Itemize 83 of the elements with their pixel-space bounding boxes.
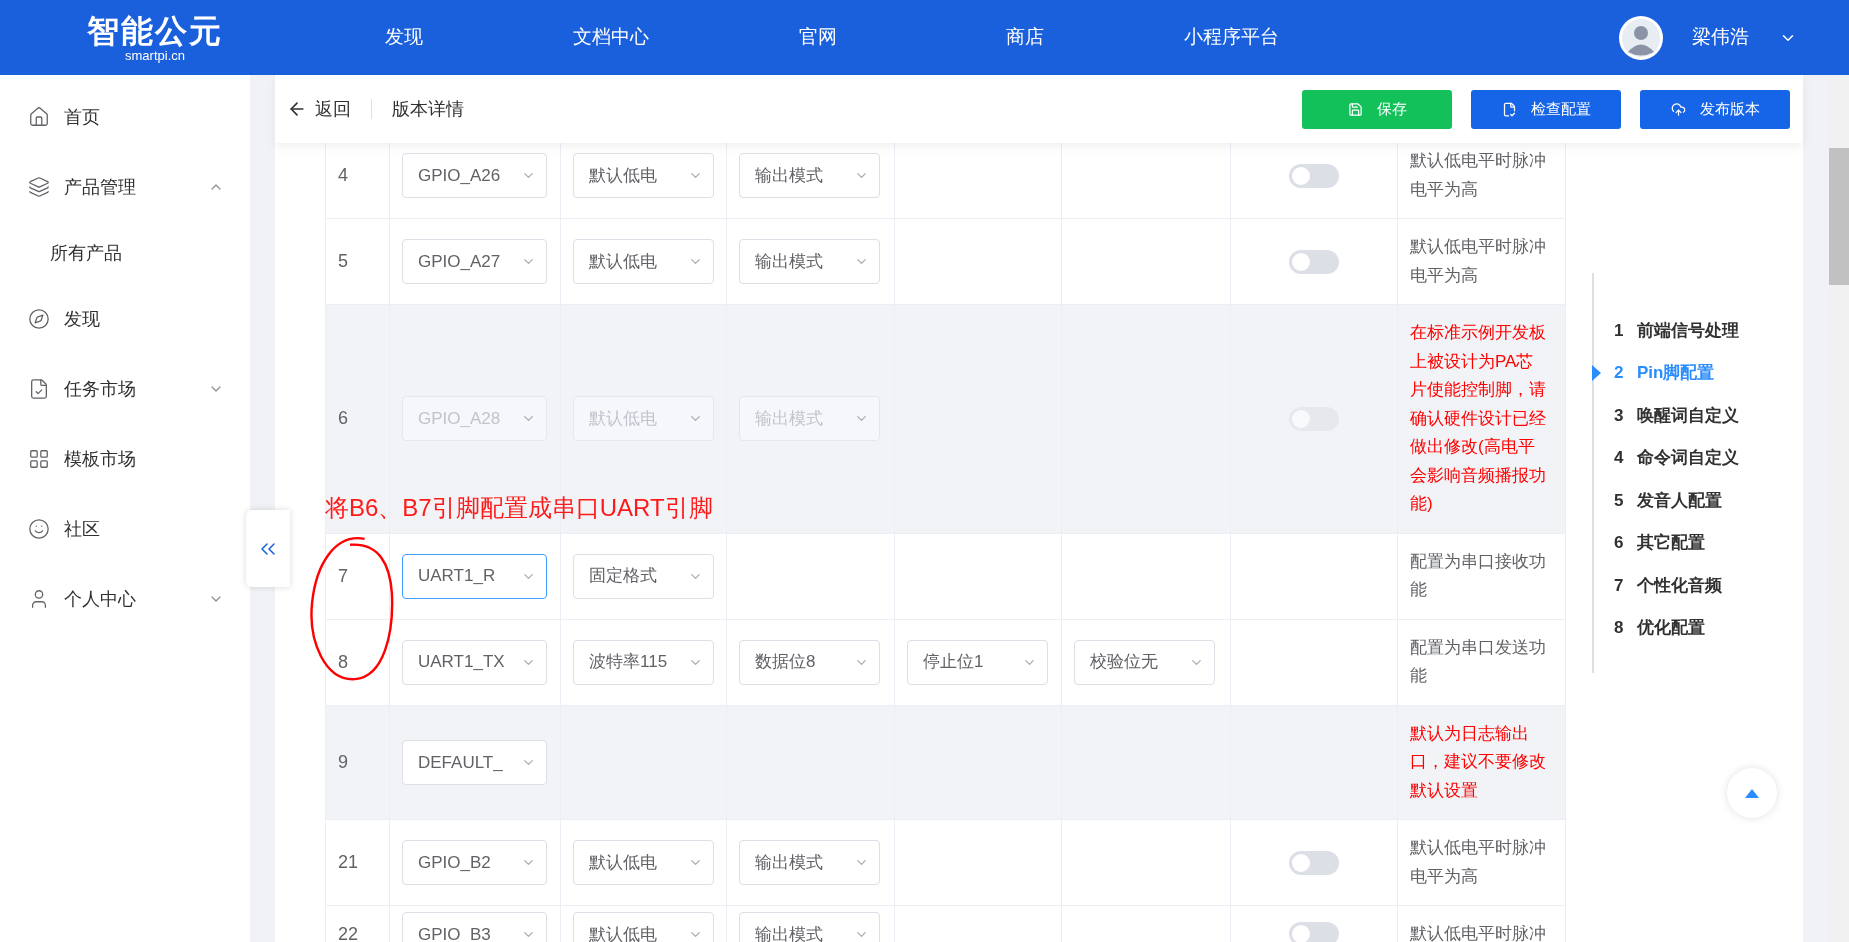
dropdown-select[interactable]: 输出模式 [739, 911, 880, 942]
home-icon [28, 106, 50, 128]
scrollbar-thumb[interactable] [1829, 148, 1849, 285]
collapse-button[interactable] [246, 510, 290, 587]
dropdown-select[interactable]: 默认低电 [573, 153, 714, 198]
step-link[interactable]: 4 命令词自定义 [1594, 436, 1739, 479]
triangle-up-icon [1745, 788, 1759, 798]
nav-link[interactable]: 商店 [921, 23, 1128, 52]
logo-subtitle: smartpi.cn [125, 48, 185, 63]
avatar-icon[interactable] [1618, 14, 1664, 61]
sidebar-item[interactable]: 产品管理 [0, 152, 250, 222]
row-number: 21 [338, 851, 359, 874]
dropdown-select[interactable]: 停止位1 [907, 639, 1048, 685]
note-text: 在标准示例开发板上被设计为PA芯片使能控制脚，请确认硬件设计已经做出修改(高电平会影响音频播报功能) [1410, 322, 1547, 515]
dropdown-select[interactable]: 输出模式 [739, 239, 880, 284]
cloud-upload-icon [1670, 101, 1686, 117]
note-text: 默认低电平时脉冲电平为高 [1410, 236, 1547, 287]
dropdown-select[interactable]: 输出模式 [739, 840, 880, 885]
toggle-switch[interactable] [1289, 922, 1339, 942]
sidebar-subitem[interactable]: 所有产品 [0, 222, 250, 284]
dropdown-select[interactable]: 波特率115 [573, 639, 714, 685]
dropdown-select[interactable]: GPIO_A26 [402, 153, 547, 198]
active-marker-icon [1592, 364, 1601, 381]
sidebar-item[interactable]: 首页 [0, 82, 250, 152]
note-text: 默认低电平时脉冲电平为高 [1410, 150, 1547, 201]
user-name[interactable]: 梁伟浩 [1692, 23, 1749, 52]
note-text: 默认为日志输出口，建议不要修改默认设置 [1410, 722, 1547, 802]
back-link[interactable]: 返回 [287, 95, 351, 123]
step-link[interactable]: 1 前端信号处理 [1594, 309, 1739, 352]
dropdown-select[interactable]: GPIO_B3 [402, 911, 547, 942]
row-number: 5 [338, 250, 348, 273]
dropdown-select[interactable]: 数据位8 [739, 639, 880, 685]
sidebar-item[interactable]: 个人中心 [0, 564, 250, 634]
grid-icon [28, 448, 50, 470]
dropdown-select[interactable]: 默认低电 [573, 911, 714, 942]
toolbar-button[interactable]: 检查配置 [1471, 89, 1621, 129]
note-text: 配置为串口接收功能 [1410, 550, 1547, 601]
row-number: 9 [338, 750, 348, 774]
dropdown-select[interactable]: 输出模式 [739, 153, 880, 198]
step-link[interactable]: 7 个性化音频 [1594, 564, 1739, 607]
document-check-icon [28, 378, 50, 400]
sidebar-item[interactable]: 模板市场 [0, 424, 250, 494]
dropdown-select[interactable]: 默认低电 [573, 239, 714, 284]
nav-link[interactable]: 文档中心 [507, 23, 714, 52]
toggle-switch[interactable] [1289, 850, 1339, 875]
compass-icon [28, 308, 50, 330]
dropdown-select[interactable]: UART1_TX [402, 639, 547, 685]
logo[interactable]: 智能公元 [87, 12, 223, 49]
sidebar-item[interactable]: 社区 [0, 494, 250, 564]
note-text: 默认低电平时脉冲 [1410, 923, 1547, 942]
row-number: 22 [338, 922, 359, 942]
sidebar-item[interactable]: 发现 [0, 284, 250, 354]
toolbar-button[interactable]: 发布版本 [1640, 89, 1790, 129]
row-number: 7 [338, 564, 348, 588]
step-link[interactable]: 6 其它配置 [1594, 521, 1739, 564]
dropdown-select[interactable]: 校验位无 [1074, 639, 1215, 685]
step-link[interactable]: 5 发音人配置 [1594, 479, 1739, 522]
sidebar-item[interactable]: 任务市场 [0, 354, 250, 424]
smile-icon [28, 518, 50, 540]
annotation-text: 将B6、B7引脚配置成串口UART引脚 [325, 493, 713, 523]
row-number: 8 [338, 650, 348, 674]
toggle-switch[interactable] [1289, 249, 1339, 274]
dropdown-select[interactable]: DEFAULT_ [402, 739, 547, 785]
nav-link[interactable]: 小程序平台 [1128, 23, 1335, 52]
step-link[interactable]: 3 唤醒词自定义 [1594, 394, 1739, 437]
dropdown-select[interactable]: UART1_R [402, 553, 547, 599]
nav-link[interactable]: 官网 [714, 23, 921, 52]
nav-link[interactable]: 发现 [300, 23, 507, 52]
dropdown-select[interactable]: 默认低电 [573, 840, 714, 885]
step-link[interactable]: 8 优化配置 [1594, 606, 1739, 649]
row-number: 6 [338, 407, 348, 431]
page-title: 版本详情 [392, 97, 464, 121]
row-number: 4 [338, 164, 348, 187]
step-link[interactable]: 2 Pin脚配置 [1594, 351, 1739, 394]
layers-icon [28, 176, 50, 198]
note-text: 默认低电平时脉冲电平为高 [1410, 837, 1547, 888]
toggle-switch[interactable] [1289, 163, 1339, 188]
dropdown-select[interactable]: GPIO_B2 [402, 840, 547, 885]
save-icon [1347, 101, 1363, 117]
note-text: 配置为串口发送功能 [1410, 636, 1547, 687]
document-check-icon [1501, 101, 1517, 117]
dropdown-select[interactable]: 固定格式 [573, 553, 714, 599]
dropdown-select[interactable]: GPIO_A27 [402, 239, 547, 284]
